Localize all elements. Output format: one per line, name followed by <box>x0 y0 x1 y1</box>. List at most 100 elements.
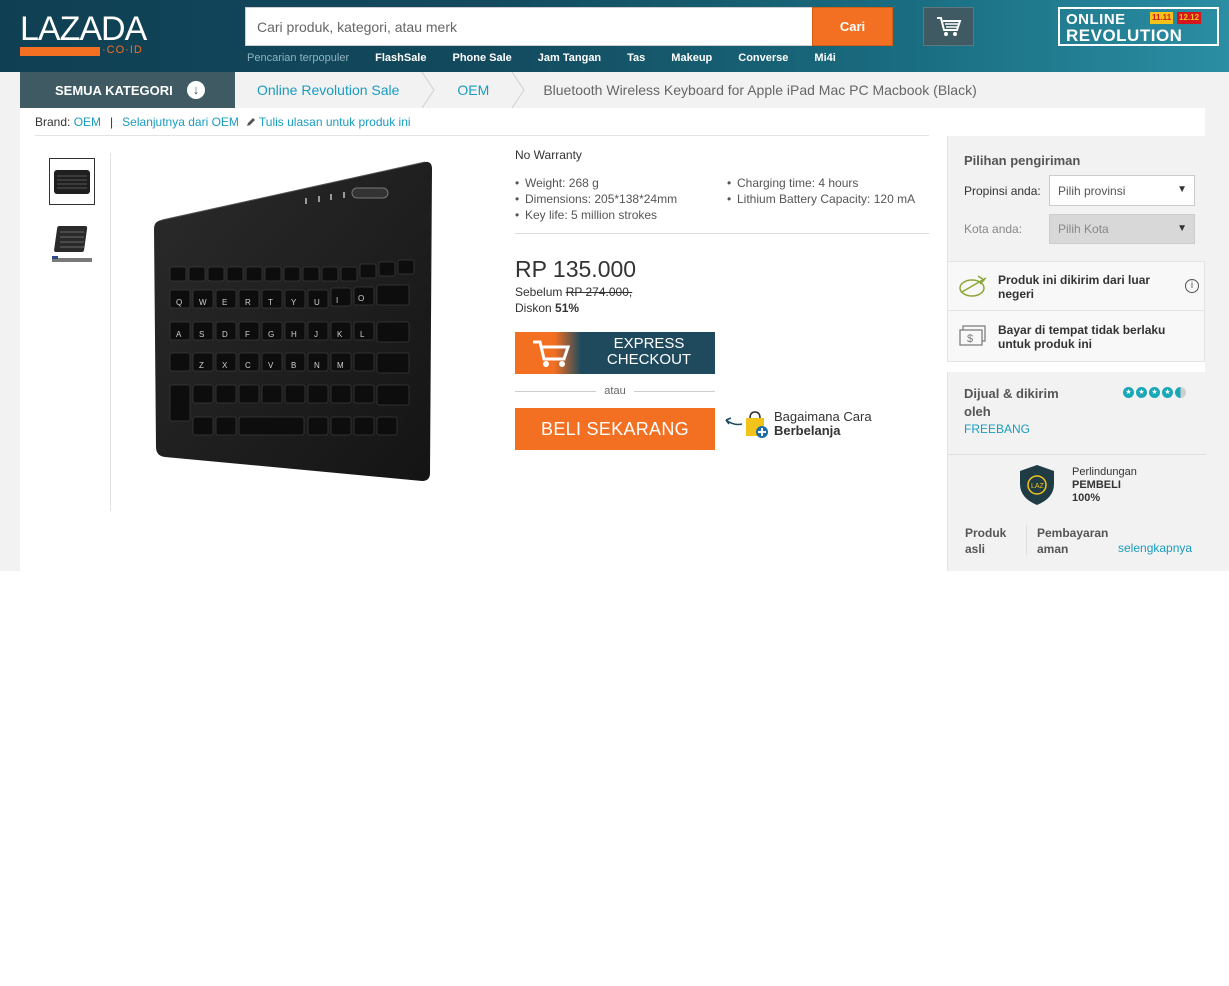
promo-badge-1111: 11.11 <box>1150 12 1174 24</box>
breadcrumb-chevron-icon <box>422 72 436 108</box>
spec-weight: Weight: 268 g <box>515 175 727 191</box>
star-icon: ★ <box>1162 387 1173 398</box>
brand-row: Brand: OEM | Selanjutnya dari OEM Tulis … <box>35 115 411 129</box>
popular-link-jam-tangan[interactable]: Jam Tangan <box>538 52 601 64</box>
svg-text:C: C <box>245 361 251 370</box>
svg-text:B: B <box>291 361 296 370</box>
divider <box>515 233 929 234</box>
header: LAZADA ·CO·ID Cari Pencarian terpopuler … <box>0 0 1229 72</box>
all-categories-button[interactable]: SEMUA KATEGORI ↓ <box>20 72 235 108</box>
or-line-left <box>515 390 597 392</box>
breadcrumb: Online Revolution Sale OEM Bluetooth Wir… <box>235 72 995 108</box>
popular-link-makeup[interactable]: Makeup <box>671 52 712 64</box>
divider <box>948 454 1206 455</box>
svg-text:A: A <box>176 330 182 339</box>
popular-link-converse[interactable]: Converse <box>738 52 788 64</box>
original-price: RP 274.000, <box>565 285 633 299</box>
express-line1: EXPRESS <box>613 335 685 352</box>
or-line-right <box>633 390 716 392</box>
logo-bar <box>20 47 100 56</box>
protection-line1: Perlindungan <box>1072 466 1137 478</box>
protection-line2: PEMBELI <box>1072 479 1121 491</box>
shipping-title: Pilihan pengiriman <box>964 153 1081 168</box>
how-to-line2: Berbelanja <box>774 423 841 438</box>
search-box <box>245 7 813 46</box>
dropdown-arrow-icon: ▼ <box>1177 223 1187 234</box>
product-image[interactable]: Q W E R T Y U I O A S D F G H J K L Z X C V B N M <box>140 155 440 495</box>
cash-icon: $ <box>959 325 986 346</box>
product-thumbnail-2[interactable] <box>49 220 95 267</box>
keyboard-product-image: Q W E R T Y U I O A S D F G H J K L Z X C V B N M <box>154 161 432 481</box>
breadcrumb-online-revolution-sale[interactable]: Online Revolution Sale <box>235 82 421 98</box>
keyboard-thumbnail-image <box>54 169 90 194</box>
seller-name-link[interactable]: FREEBANG <box>964 422 1030 436</box>
svg-text:D: D <box>222 330 228 339</box>
search-input[interactable] <box>246 8 812 45</box>
star-icon: ★ <box>1136 387 1147 398</box>
spec-charging-time: Charging time: 4 hours <box>727 175 929 191</box>
popular-searches: Pencarian terpopuler FlashSale Phone Sal… <box>247 50 862 66</box>
brand-separator: | <box>110 115 114 129</box>
cod-text: Bayar di tempat tidak berlaku untuk prod… <box>998 323 1166 351</box>
product-thumbnail-1[interactable] <box>49 158 95 205</box>
info-icon[interactable]: i <box>1185 279 1199 293</box>
popular-link-mi4i[interactable]: Mi4i <box>814 52 835 64</box>
search-button[interactable]: Cari <box>812 7 893 46</box>
svg-text:R: R <box>245 298 251 307</box>
brand-label: Brand: <box>35 115 71 129</box>
shield-icon: LAZ <box>1020 465 1054 505</box>
svg-text:S: S <box>199 330 204 339</box>
write-review-link[interactable]: Tulis ulasan untuk produk ini <box>259 115 411 129</box>
or-separator: atau <box>515 384 716 398</box>
divider <box>35 135 929 136</box>
popular-link-tas[interactable]: Tas <box>627 52 645 64</box>
airplane-globe-icon <box>959 275 987 297</box>
shipping-options-panel: Pilihan pengiriman Propinsi anda: Pilih … <box>947 136 1205 261</box>
dropdown-arrow-icon: ▼ <box>1177 184 1187 195</box>
city-select-value: Pilih Kota <box>1058 222 1109 236</box>
overseas-shipping-text: Produk ini dikirim dari luar negeri <box>998 273 1151 301</box>
discount-row: Diskon 51% <box>515 301 579 315</box>
spec-key-life: Key life: 5 million strokes <box>515 207 727 223</box>
seller-rating: ★ ★ ★ ★ <box>1123 387 1188 398</box>
popular-link-phone-sale[interactable]: Phone Sale <box>452 52 511 64</box>
seller-title: Dijual & dikirim oleh <box>964 386 1059 419</box>
discount-value: 51% <box>555 301 580 315</box>
breadcrumb-oem[interactable]: OEM <box>435 82 511 98</box>
svg-text:N: N <box>314 361 320 370</box>
brand-link[interactable]: OEM <box>74 115 101 129</box>
promo-line1: ONLINE <box>1066 11 1126 28</box>
how-to-line1: Bagaimana Cara <box>774 409 872 424</box>
svg-text:T: T <box>268 298 273 307</box>
keyboard-thumbnail-image <box>52 225 92 262</box>
svg-text:M: M <box>337 361 344 370</box>
svg-text:Q: Q <box>176 298 182 307</box>
popular-link-flashsale[interactable]: FlashSale <box>375 52 426 64</box>
svg-text:Z: Z <box>199 361 204 370</box>
page-margin-right <box>1205 108 1229 571</box>
spec-battery-capacity: Lithium Battery Capacity: 120 mA <box>727 191 929 207</box>
express-checkout-label: EXPRESS CHECKOUT <box>593 336 705 368</box>
province-select[interactable]: Pilih provinsi ▼ <box>1049 175 1195 206</box>
lazada-logo[interactable]: LAZADA ·CO·ID <box>20 12 147 58</box>
more-link[interactable]: selengkapnya <box>1118 541 1192 555</box>
city-select[interactable]: Pilih Kota ▼ <box>1049 214 1195 244</box>
promo-line2: REVOLUTION <box>1066 26 1183 45</box>
spec-list: Weight: 268 g Charging time: 4 hours Dim… <box>515 175 929 223</box>
svg-text:U: U <box>314 298 320 307</box>
promo-badge-1212: 12.12 <box>1177 12 1202 24</box>
city-label: Kota anda: <box>964 222 1023 236</box>
how-to-shop-link[interactable]: Bagaimana Cara Berbelanja <box>722 410 872 440</box>
cart-button[interactable] <box>923 7 974 46</box>
svg-text:I: I <box>336 296 338 305</box>
express-checkout-button[interactable]: EXPRESS CHECKOUT <box>515 332 715 374</box>
before-label: Sebelum <box>515 285 563 299</box>
feature-divider <box>1026 525 1027 555</box>
gallery-divider <box>110 153 111 511</box>
original-price-row: Sebelum RP 274.000, <box>515 285 632 299</box>
curved-arrow-icon <box>725 417 743 426</box>
online-revolution-banner[interactable]: ONLINE 11.11 12.12 REVOLUTION <box>1058 7 1219 46</box>
buy-now-button[interactable]: BELI SEKARANG <box>515 408 715 450</box>
province-select-value: Pilih provinsi <box>1058 183 1126 198</box>
more-from-brand-link[interactable]: Selanjutnya dari OEM <box>122 115 239 129</box>
